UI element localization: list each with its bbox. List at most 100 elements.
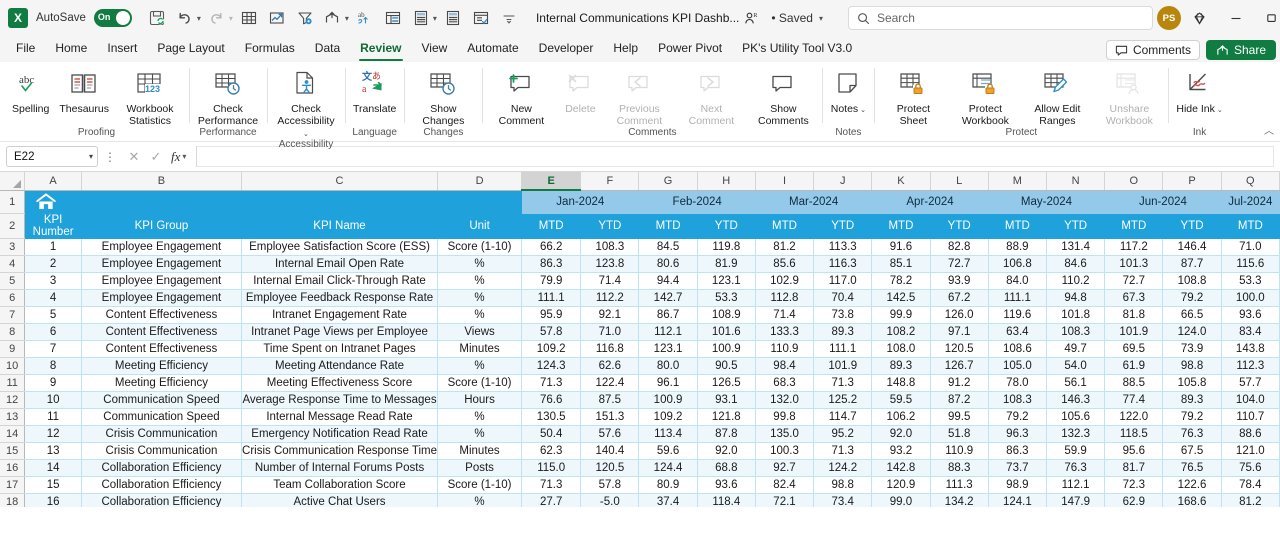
cell-kpi-unit[interactable]: % — [437, 306, 523, 324]
thesaurus-book-button[interactable]: Thesaurus — [54, 64, 114, 115]
cell-mtd-10[interactable]: 77.4 — [1104, 391, 1164, 409]
cell-mtd-0[interactable]: 95.9 — [521, 306, 582, 324]
cell-kpi-name[interactable]: Intranet Page Views per Employee — [241, 323, 438, 341]
cell-kpi-name[interactable]: Internal Message Read Rate — [241, 408, 438, 426]
cell-mtd-2[interactable]: 124.4 — [638, 459, 698, 477]
cell-mtd-6[interactable]: 85.1 — [871, 255, 931, 273]
cell-mtd-6[interactable]: 93.2 — [871, 442, 931, 460]
cell-mtd-6[interactable]: 120.9 — [871, 476, 931, 494]
cell-mtd-8[interactable]: 88.9 — [988, 238, 1047, 256]
column-header-K[interactable]: K — [871, 172, 931, 191]
table-row[interactable]: 12 10 Communication Speed Average Response … — [0, 391, 1280, 409]
cell-ytd-3[interactable]: 92.0 — [697, 442, 756, 460]
cell-ytd-5[interactable]: 114.7 — [813, 408, 873, 426]
cell-kpi-group[interactable]: Employee Engagement — [81, 272, 243, 290]
cell-kpi-name[interactable]: Active Chat Users — [241, 493, 438, 507]
calculate-icon[interactable] — [408, 5, 434, 31]
cell-mtd-2[interactable]: 86.7 — [638, 306, 698, 324]
cell-kpi-group[interactable]: Collaboration Efficiency — [81, 493, 243, 507]
user-avatar[interactable]: PS — [1156, 6, 1181, 30]
cell-ytd-11[interactable]: 168.6 — [1162, 493, 1222, 507]
cell-mtd-10[interactable]: 72.7 — [1104, 272, 1164, 290]
cell-ytd-3[interactable]: 126.5 — [697, 374, 756, 392]
undo-icon[interactable] — [172, 5, 198, 31]
month-header-mar-2024[interactable]: Mar-2024 — [755, 190, 873, 214]
cell-ytd-3[interactable]: 93.6 — [697, 476, 756, 494]
cell-kpi-unit[interactable]: % — [437, 408, 523, 426]
cell-kpi-unit[interactable]: % — [437, 425, 523, 443]
cell-ytd-9[interactable]: 54.0 — [1046, 357, 1106, 375]
ribbon-tab-file[interactable]: File — [6, 38, 45, 62]
ribbon-tab-data[interactable]: Data — [305, 38, 350, 62]
cell-ytd-7[interactable]: 72.7 — [930, 255, 989, 273]
cell-kpi-group[interactable]: Employee Engagement — [81, 255, 243, 273]
row-header-17[interactable]: 17 — [0, 476, 26, 494]
cell-ytd-7[interactable]: 110.9 — [930, 442, 989, 460]
cell-kpi-number[interactable]: 2 — [24, 255, 82, 273]
cell-ytd-5[interactable]: 70.4 — [813, 289, 873, 307]
period-header-ytd-3[interactable]: YTD — [697, 213, 756, 239]
cell-mtd-12[interactable]: 104.0 — [1221, 391, 1280, 409]
cell-ytd-7[interactable]: 126.7 — [930, 357, 989, 375]
period-header-ytd-9[interactable]: YTD — [1046, 213, 1106, 239]
table-row[interactable]: 10 8 Meeting Efficiency Meeting Attendance … — [0, 357, 1280, 375]
cell-ytd-5[interactable]: 89.3 — [813, 323, 873, 341]
cell-ytd-7[interactable]: 97.1 — [930, 323, 989, 341]
cell-mtd-6[interactable]: 142.5 — [871, 289, 931, 307]
cell-mtd-0[interactable]: 71.3 — [521, 476, 582, 494]
month-header-feb-2024[interactable]: Feb-2024 — [638, 190, 756, 214]
cell-kpi-number[interactable]: 8 — [24, 357, 82, 375]
cell-mtd-2[interactable]: 142.7 — [638, 289, 698, 307]
cell-kpi-unit[interactable]: Minutes — [437, 442, 523, 460]
column-title-kpi-number[interactable]: KPI Number — [24, 213, 82, 239]
cell-mtd-2[interactable]: 113.4 — [638, 425, 698, 443]
period-header-mtd-12[interactable]: MTD — [1221, 213, 1280, 239]
cell-ytd-5[interactable]: 124.2 — [813, 459, 873, 477]
cell-mtd-2[interactable]: 80.6 — [638, 255, 698, 273]
row-header-13[interactable]: 13 — [0, 408, 26, 426]
cell-ytd-9[interactable]: 110.2 — [1046, 272, 1106, 290]
table-row[interactable]: 6 4 Employee Engagement Employee Feedback R… — [0, 289, 1280, 307]
cell-ytd-11[interactable]: 105.8 — [1162, 374, 1222, 392]
cell-ytd-7[interactable]: 111.3 — [930, 476, 989, 494]
pivot-table-icon[interactable] — [380, 5, 406, 31]
cell-kpi-number[interactable]: 10 — [24, 391, 82, 409]
cell-ytd-1[interactable]: 116.8 — [580, 340, 640, 358]
column-header-L[interactable]: L — [930, 172, 989, 191]
autosave-toggle[interactable]: On — [93, 9, 132, 27]
cell-ytd-11[interactable]: 73.9 — [1162, 340, 1222, 358]
spelling-icon[interactable]: ab — [352, 5, 378, 31]
cell-ytd-1[interactable]: 122.4 — [580, 374, 640, 392]
cell-mtd-4[interactable]: 112.8 — [755, 289, 815, 307]
cell-kpi-name[interactable]: Employee Feedback Response Rate — [241, 289, 438, 307]
cell-ytd-5[interactable]: 73.4 — [813, 493, 873, 507]
cell-mtd-0[interactable]: 76.6 — [521, 391, 582, 409]
cell-mtd-8[interactable]: 119.6 — [988, 306, 1047, 324]
cell-ytd-11[interactable]: 79.2 — [1162, 408, 1222, 426]
cell-kpi-number[interactable]: 12 — [24, 425, 82, 443]
cell-kpi-name[interactable]: Crisis Communication Response Time — [241, 442, 438, 460]
cell-ytd-3[interactable]: 123.1 — [697, 272, 756, 290]
cell-mtd-4[interactable]: 133.3 — [755, 323, 815, 341]
cell-ytd-11[interactable]: 76.5 — [1162, 459, 1222, 477]
ribbon-tab-developer[interactable]: Developer — [529, 38, 604, 62]
cell-ytd-9[interactable]: 76.3 — [1046, 459, 1106, 477]
calculator-icon[interactable] — [440, 5, 466, 31]
row-header-11[interactable]: 11 — [0, 374, 26, 392]
cell-ytd-3[interactable]: 108.9 — [697, 306, 756, 324]
cell-mtd-10[interactable]: 62.9 — [1104, 493, 1164, 507]
column-title-kpi-group[interactable]: KPI Group — [81, 213, 243, 239]
cell-mtd-0[interactable]: 111.1 — [521, 289, 582, 307]
cell-kpi-name[interactable]: Employee Satisfaction Score (ESS) — [241, 238, 438, 256]
cell-ytd-1[interactable]: 57.6 — [580, 425, 640, 443]
cell-mtd-4[interactable]: 72.1 — [755, 493, 815, 507]
month-header-jul-2024[interactable]: Jul-2024 — [1221, 190, 1280, 214]
search-input[interactable]: Search — [847, 6, 1153, 30]
cell-mtd-10[interactable]: 81.8 — [1104, 306, 1164, 324]
insert-function-icon[interactable]: fx — [167, 149, 182, 165]
cell-kpi-number[interactable]: 4 — [24, 289, 82, 307]
row-header-14[interactable]: 14 — [0, 425, 26, 443]
cell-mtd-2[interactable]: 84.5 — [638, 238, 698, 256]
cell-mtd-0[interactable]: 130.5 — [521, 408, 582, 426]
cell-mtd-6[interactable]: 78.2 — [871, 272, 931, 290]
